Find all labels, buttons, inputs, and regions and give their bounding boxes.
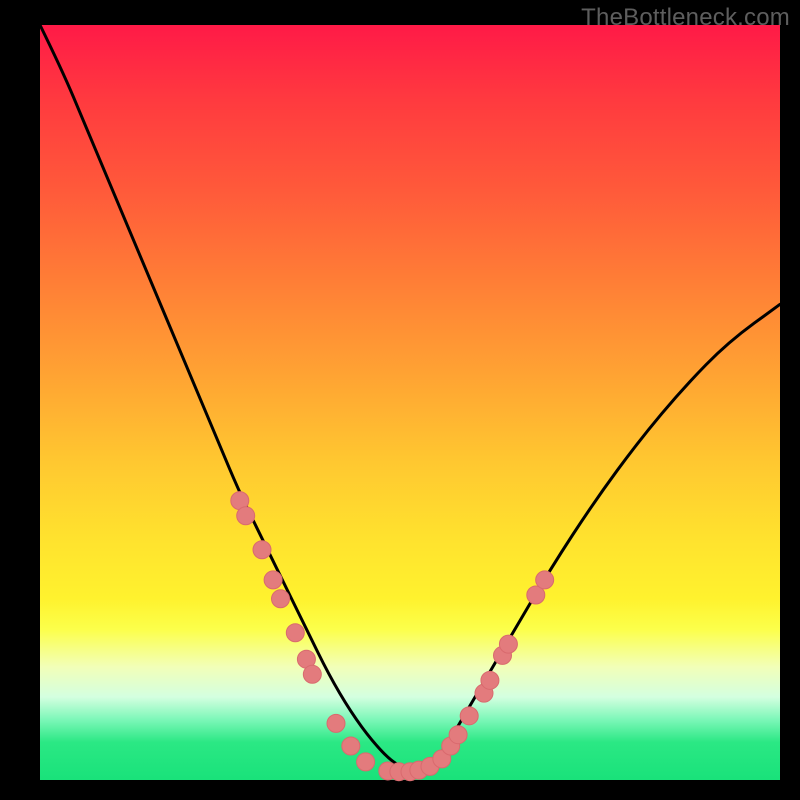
data-marker [357, 753, 375, 771]
curve-svg [40, 25, 780, 780]
data-marker [536, 571, 554, 589]
plot-area [40, 25, 780, 780]
watermark-label: TheBottleneck.com [581, 4, 790, 32]
data-marker [303, 665, 321, 683]
data-marker [481, 671, 499, 689]
bottleneck-curve [40, 25, 780, 770]
data-marker [253, 541, 271, 559]
marker-group [231, 492, 554, 781]
data-marker [460, 707, 478, 725]
data-marker [264, 571, 282, 589]
data-marker [327, 714, 345, 732]
data-marker [342, 737, 360, 755]
data-marker [499, 635, 517, 653]
chart-frame: TheBottleneck.com [0, 0, 800, 800]
data-marker [272, 590, 290, 608]
data-marker [449, 726, 467, 744]
data-marker [286, 624, 304, 642]
data-marker [237, 507, 255, 525]
